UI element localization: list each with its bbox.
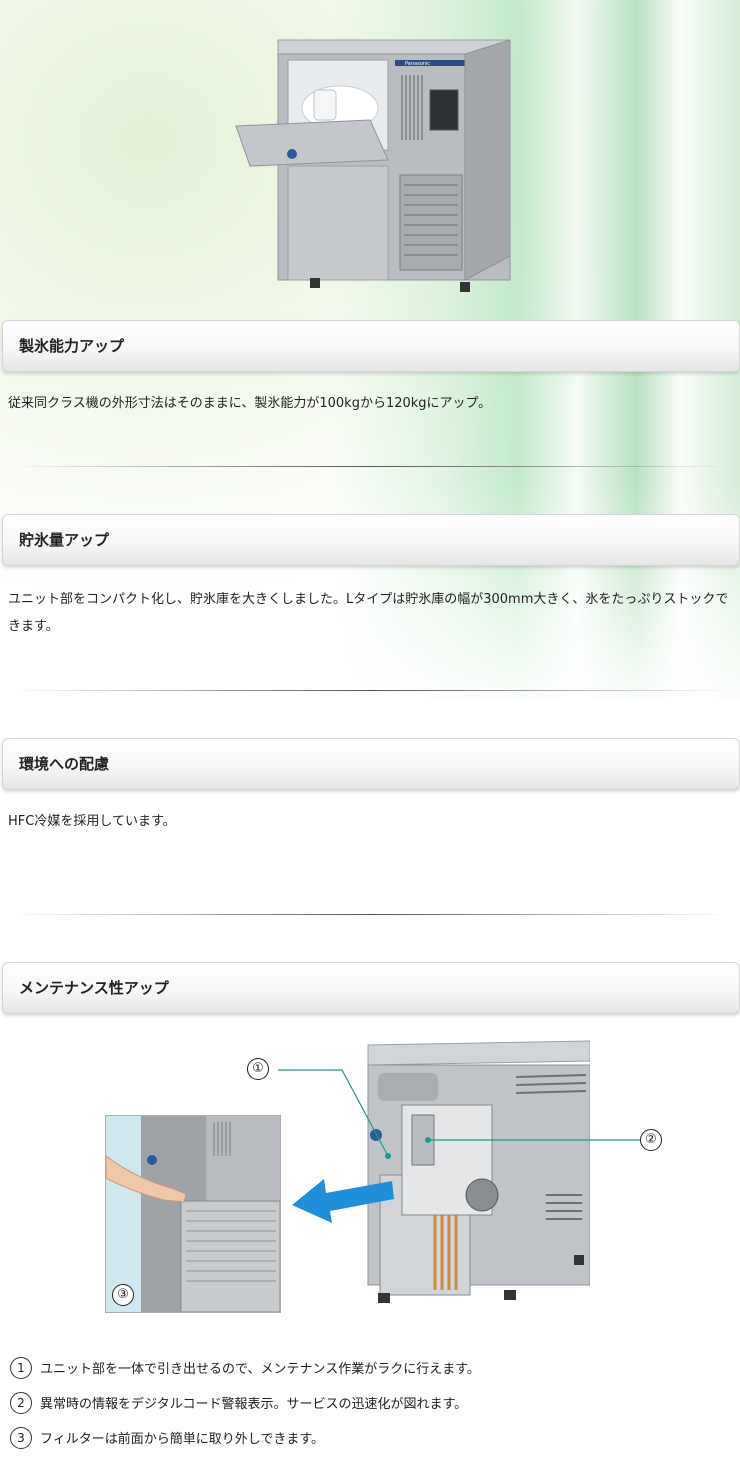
- section-title: 貯氷量アップ: [19, 531, 110, 549]
- section-text-storage: ユニット部をコンパクト化し、貯氷庫を大きくしました。Lタイプは貯氷庫の幅が300…: [8, 592, 729, 634]
- feature-text: ユニット部を一体で引き出せるので、メンテナンス作業がラクに行えます。: [40, 1362, 480, 1377]
- feature-text: 異常時の情報をデジタルコード警報表示。サービスの迅速化が図れます。: [40, 1397, 468, 1412]
- number-badge: 1: [10, 1356, 32, 1379]
- brand-label: Panasonic: [405, 61, 430, 67]
- filter-inset-photo: [105, 1115, 281, 1313]
- section-title: 製氷能力アップ: [19, 337, 125, 355]
- section-header-storage: 貯氷量アップ: [2, 514, 740, 566]
- callout-2: ②: [640, 1129, 662, 1151]
- section-header-maintenance: メンテナンス性アップ: [2, 962, 740, 1014]
- callout-1: ①: [247, 1058, 269, 1080]
- section-header-environment: 環境への配慮: [2, 738, 740, 790]
- list-item: 2 異常時の情報をデジタルコード警報表示。サービスの迅速化が図れます。: [10, 1385, 730, 1420]
- section-header-ice-capacity: 製氷能力アップ: [2, 320, 740, 372]
- number-badge: 2: [10, 1391, 32, 1414]
- ice-maker-photo: Panasonic: [235, 39, 511, 292]
- section-title: メンテナンス性アップ: [19, 979, 169, 997]
- divider: [10, 914, 730, 915]
- divider: [10, 466, 730, 467]
- feature-list: 1 ユニット部を一体で引き出せるので、メンテナンス作業がラクに行えます。 2 異…: [10, 1350, 730, 1455]
- list-item: 1 ユニット部を一体で引き出せるので、メンテナンス作業がラクに行えます。: [10, 1350, 730, 1385]
- divider: [10, 690, 730, 691]
- number-badge: 3: [10, 1426, 32, 1449]
- section-text-ice-capacity: 従来同クラス機の外形寸法はそのままに、製氷能力が100kgから120kgにアップ…: [8, 396, 492, 411]
- callout-leader-lines: [278, 1069, 640, 1159]
- feature-text: フィルターは前面から簡単に取り外しできます。: [40, 1432, 325, 1447]
- callout-3: ③: [112, 1284, 134, 1306]
- list-item: 3 フィルターは前面から簡単に取り外しできます。: [10, 1420, 730, 1455]
- section-title: 環境への配慮: [19, 755, 110, 773]
- section-text-environment: HFC冷媒を採用しています。: [8, 814, 176, 829]
